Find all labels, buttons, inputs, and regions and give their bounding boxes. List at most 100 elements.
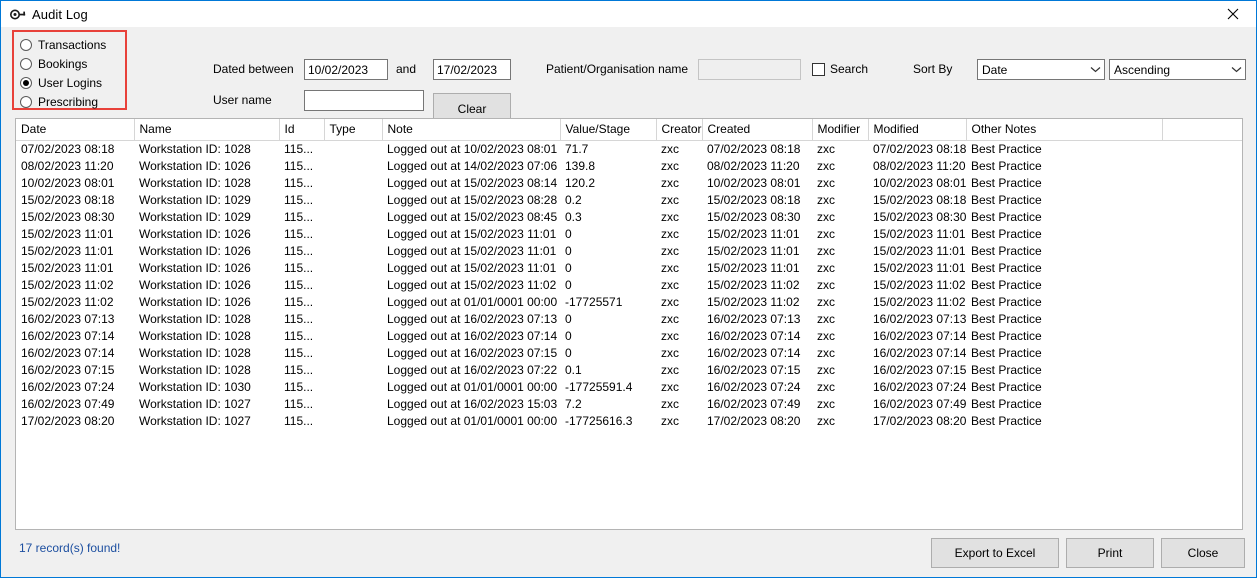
print-button[interactable]: Print bbox=[1066, 538, 1154, 568]
cell-blank bbox=[1162, 378, 1242, 395]
radio-label: Bookings bbox=[38, 56, 88, 71]
column-header-notes[interactable]: Other Notes bbox=[966, 119, 1163, 141]
cell-modified: 15/02/2023 11:01 bbox=[868, 259, 966, 276]
patient-org-label: Patient/Organisation name bbox=[546, 62, 689, 76]
cell-notes: Best Practice bbox=[966, 344, 1162, 361]
cell-notes: Best Practice bbox=[966, 395, 1162, 412]
cell-notes: Best Practice bbox=[966, 412, 1162, 429]
cell-id: 115... bbox=[279, 242, 324, 259]
cell-id: 115... bbox=[279, 327, 324, 344]
table-row[interactable]: 16/02/2023 07:13 Workstation ID: 1028 115.… bbox=[16, 310, 1242, 327]
column-header-blank[interactable] bbox=[1162, 119, 1242, 141]
radio-icon bbox=[20, 57, 32, 70]
table-row[interactable]: 07/02/2023 08:18 Workstation ID: 1028 115.… bbox=[16, 140, 1242, 157]
table-row[interactable]: 15/02/2023 11:02 Workstation ID: 1026 115.… bbox=[16, 293, 1242, 310]
filter-panel: Transactions Bookings User Logins Prescr… bbox=[1, 27, 1256, 124]
cell-id: 115... bbox=[279, 344, 324, 361]
cell-blank bbox=[1162, 395, 1242, 412]
radio-option-bookings[interactable]: Bookings bbox=[20, 56, 125, 71]
cell-date: 16/02/2023 07:49 bbox=[16, 395, 134, 412]
table-row[interactable]: 08/02/2023 11:20 Workstation ID: 1026 115.… bbox=[16, 157, 1242, 174]
cell-value: 0.2 bbox=[560, 191, 656, 208]
column-header-modifier[interactable]: Modifier bbox=[812, 119, 869, 141]
column-header-modified[interactable]: Modified bbox=[868, 119, 967, 141]
chevron-down-icon bbox=[1087, 66, 1104, 73]
table-row[interactable]: 15/02/2023 11:02 Workstation ID: 1026 115.… bbox=[16, 276, 1242, 293]
cell-note: Logged out at 14/02/2023 07:06 bbox=[382, 157, 560, 174]
radio-option-transactions[interactable]: Transactions bbox=[20, 37, 125, 52]
table-row[interactable]: 16/02/2023 07:49 Workstation ID: 1027 115.… bbox=[16, 395, 1242, 412]
close-button[interactable]: Close bbox=[1161, 538, 1245, 568]
cell-date: 16/02/2023 07:24 bbox=[16, 378, 134, 395]
cell-blank bbox=[1162, 276, 1242, 293]
date-from-input[interactable] bbox=[304, 59, 388, 80]
cell-blank bbox=[1162, 225, 1242, 242]
cell-value: 0 bbox=[560, 327, 656, 344]
table-row[interactable]: 16/02/2023 07:15 Workstation ID: 1028 115.… bbox=[16, 361, 1242, 378]
cell-note: Logged out at 15/02/2023 11:01 bbox=[382, 225, 560, 242]
table-row[interactable]: 16/02/2023 07:14 Workstation ID: 1028 115.… bbox=[16, 327, 1242, 344]
cell-modified: 16/02/2023 07:14 bbox=[868, 344, 966, 361]
cell-modified: 10/02/2023 08:01 bbox=[868, 174, 966, 191]
column-header-note[interactable]: Note bbox=[382, 119, 561, 141]
audit-log-grid[interactable]: Date Name Id Type Note Value/Stage Creator Crea… bbox=[15, 118, 1243, 530]
search-checkbox[interactable]: Search bbox=[812, 62, 868, 76]
cell-id: 115... bbox=[279, 276, 324, 293]
radio-icon bbox=[20, 38, 32, 51]
cell-date: 08/02/2023 11:20 bbox=[16, 157, 134, 174]
cell-id: 115... bbox=[279, 412, 324, 429]
column-header-date[interactable]: Date bbox=[16, 119, 135, 141]
cell-modifier: zxc bbox=[812, 174, 868, 191]
cell-name: Workstation ID: 1026 bbox=[134, 225, 279, 242]
cell-created: 16/02/2023 07:49 bbox=[702, 395, 812, 412]
cell-modifier: zxc bbox=[812, 293, 868, 310]
cell-date: 15/02/2023 11:01 bbox=[16, 259, 134, 276]
column-header-value[interactable]: Value/Stage bbox=[560, 119, 657, 141]
user-name-input[interactable] bbox=[304, 90, 424, 111]
sort-field-value: Date bbox=[982, 62, 1008, 77]
cell-creator: zxc bbox=[656, 412, 702, 429]
column-header-creator[interactable]: Creator bbox=[656, 119, 703, 141]
date-to-input[interactable] bbox=[433, 59, 511, 80]
cell-name: Workstation ID: 1028 bbox=[134, 174, 279, 191]
table-row[interactable]: 16/02/2023 07:24 Workstation ID: 1030 115.… bbox=[16, 378, 1242, 395]
radio-option-prescribing[interactable]: Prescribing bbox=[20, 94, 125, 109]
sort-field-dropdown[interactable]: Date bbox=[977, 59, 1105, 80]
cell-date: 15/02/2023 08:30 bbox=[16, 208, 134, 225]
table-row[interactable]: 16/02/2023 07:14 Workstation ID: 1028 115.… bbox=[16, 344, 1242, 361]
cell-created: 17/02/2023 08:20 bbox=[702, 412, 812, 429]
cell-notes: Best Practice bbox=[966, 225, 1162, 242]
cell-modifier: zxc bbox=[812, 157, 868, 174]
column-header-created[interactable]: Created bbox=[702, 119, 813, 141]
cell-creator: zxc bbox=[656, 293, 702, 310]
table-row[interactable]: 17/02/2023 08:20 Workstation ID: 1027 115.… bbox=[16, 412, 1242, 429]
table-row[interactable]: 15/02/2023 11:01 Workstation ID: 1026 115.… bbox=[16, 259, 1242, 276]
cell-name: Workstation ID: 1027 bbox=[134, 395, 279, 412]
cell-created: 15/02/2023 08:30 bbox=[702, 208, 812, 225]
column-header-type[interactable]: Type bbox=[324, 119, 383, 141]
cell-created: 16/02/2023 07:14 bbox=[702, 327, 812, 344]
patient-org-input[interactable] bbox=[698, 59, 801, 80]
column-header-id[interactable]: Id bbox=[279, 119, 325, 141]
sort-direction-dropdown[interactable]: Ascending bbox=[1109, 59, 1246, 80]
cell-modified: 15/02/2023 08:18 bbox=[868, 191, 966, 208]
table-row[interactable]: 15/02/2023 11:01 Workstation ID: 1026 115.… bbox=[16, 225, 1242, 242]
table-row[interactable]: 10/02/2023 08:01 Workstation ID: 1028 115.… bbox=[16, 174, 1242, 191]
cell-id: 115... bbox=[279, 140, 324, 157]
table-row[interactable]: 15/02/2023 11:01 Workstation ID: 1026 115.… bbox=[16, 242, 1242, 259]
column-header-name[interactable]: Name bbox=[134, 119, 280, 141]
table-row[interactable]: 15/02/2023 08:18 Workstation ID: 1029 115.… bbox=[16, 191, 1242, 208]
close-window-button[interactable] bbox=[1210, 1, 1256, 27]
cell-note: Logged out at 10/02/2023 08:01 bbox=[382, 140, 560, 157]
cell-name: Workstation ID: 1026 bbox=[134, 259, 279, 276]
audit-log-table: Date Name Id Type Note Value/Stage Creator Crea… bbox=[16, 119, 1242, 429]
radio-option-user-logins[interactable]: User Logins bbox=[20, 75, 125, 90]
cell-modifier: zxc bbox=[812, 412, 868, 429]
user-name-label: User name bbox=[213, 93, 272, 107]
cell-type bbox=[324, 412, 382, 429]
window-title: Audit Log bbox=[32, 6, 88, 22]
radio-icon-selected bbox=[20, 76, 32, 89]
cell-date: 15/02/2023 11:02 bbox=[16, 276, 134, 293]
table-row[interactable]: 15/02/2023 08:30 Workstation ID: 1029 115.… bbox=[16, 208, 1242, 225]
export-to-excel-button[interactable]: Export to Excel bbox=[931, 538, 1059, 568]
